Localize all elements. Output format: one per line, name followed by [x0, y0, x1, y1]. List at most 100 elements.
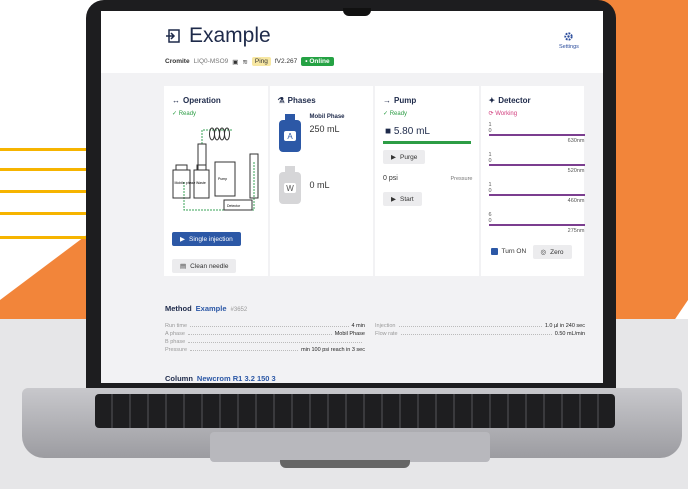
turn-on-label: Turn ON — [501, 248, 527, 255]
detector-channel: 1 0 460nm — [488, 182, 585, 204]
column-header: Column Newcrom R1 3.2 150 3 — [165, 374, 276, 383]
purge-label: Purge — [400, 153, 418, 161]
operation-title: Operation — [183, 96, 221, 105]
method-row: Flow rate 0.50 mL/min — [375, 331, 585, 337]
page-title: Example — [189, 24, 271, 47]
zero-label: Zero — [550, 248, 564, 256]
row-leader — [398, 323, 542, 327]
bottle-icon: W — [278, 166, 301, 204]
detector-status: ⟳ Working — [488, 111, 518, 117]
app-screen: Example Cromite LIQ0-MSO9 ▣ ≋ Ping fV2.2… — [101, 11, 603, 383]
operation-panel: ↔ Operation ✓ Ready Mobile phase Waste Pu… — [164, 86, 268, 276]
pressure-label: Pressure — [450, 176, 473, 182]
wifi-icon: ≋ — [242, 58, 248, 66]
pump-volume: ■ 5.80 mL — [385, 126, 430, 137]
single-injection-button[interactable]: ▶ Single injection — [172, 232, 241, 246]
play-icon: ▶ — [180, 236, 185, 243]
row-value: Mobil Phase — [334, 331, 365, 337]
pump-progress — [383, 141, 471, 144]
phase-a-label: Mobil Phase — [309, 114, 345, 120]
row-value: 0.50 mL/min — [554, 331, 585, 337]
clean-needle-label: Clean needle — [190, 262, 229, 270]
phases-title: Phases — [287, 96, 316, 105]
channel-wavelength: 275nm — [567, 227, 585, 234]
zero-button[interactable]: ◎ Zero — [532, 245, 572, 259]
channel-wavelength: 520nm — [567, 167, 585, 174]
play-icon: ▶ — [391, 154, 396, 161]
brand-label: Cromite — [165, 58, 190, 65]
login-icon — [166, 29, 180, 43]
settings-label: Settings — [559, 44, 579, 50]
phase-w-volume: 0 mL — [309, 180, 330, 190]
operation-status: ✓ Ready — [172, 111, 197, 117]
device-code: LIQ0-MSO9 — [193, 58, 229, 65]
ping-badge[interactable]: Ping — [251, 57, 271, 66]
row-value: 1.0 µl in 240 sec — [544, 323, 585, 329]
start-button[interactable]: ▶ Start — [383, 192, 422, 206]
turn-on-toggle[interactable]: Turn ON — [490, 248, 527, 255]
column-name-link[interactable]: Newcrom R1 3.2 150 3 — [197, 374, 276, 383]
pump-status: ✓ Ready — [383, 111, 408, 117]
row-label: B phase — [165, 339, 186, 345]
row-leader — [190, 347, 299, 351]
swap-icon: ↔ — [172, 96, 180, 105]
pump-title: Pump — [394, 96, 417, 105]
camera-notch — [343, 8, 371, 16]
stop-icon: ■ — [385, 126, 392, 137]
gear-icon — [564, 32, 574, 41]
target-icon: ◎ — [540, 249, 547, 256]
channel-min: 0 — [488, 157, 492, 164]
row-leader — [187, 331, 332, 335]
method-row: Run time 4 min — [165, 323, 365, 329]
channel-wavelength: 460nm — [567, 197, 585, 204]
row-label: Flow rate — [375, 331, 398, 337]
device-info: Cromite LIQ0-MSO9 ▣ ≋ Ping fV2.267 • Onl… — [165, 57, 334, 66]
method-section: Method Example #3652 — [165, 304, 585, 313]
phase-w-badge: W — [286, 184, 294, 193]
channel-min: 0 — [488, 127, 492, 134]
method-number: #3652 — [230, 307, 248, 313]
channel-min: 0 — [488, 187, 492, 194]
page-header: Example Cromite LIQ0-MSO9 ▣ ≋ Ping fV2.2… — [101, 11, 603, 73]
laptop-hinge — [280, 460, 410, 468]
clean-needle-button[interactable]: ▤ Clean needle — [172, 259, 237, 273]
version-label: fV2.267 — [274, 58, 298, 65]
settings-button[interactable]: Settings — [559, 31, 579, 50]
arrow-right-icon: → — [383, 96, 391, 105]
phase-a-badge: A — [287, 132, 293, 141]
schematic-label: Mobile phase — [175, 181, 196, 185]
method-header: Method Example #3652 — [165, 304, 585, 313]
purge-button[interactable]: ▶ Purge — [383, 150, 426, 164]
flask-icon: ⚗ — [277, 96, 285, 105]
schematic-label: Pump — [218, 177, 227, 181]
detector-channel: 1 0 630nm — [488, 122, 585, 144]
start-label: Start — [400, 195, 414, 203]
channel-wavelength: 630nm — [567, 137, 585, 144]
channel-trace — [488, 134, 585, 136]
instrument-panels: ↔ Operation ✓ Ready Mobile phase Waste Pu… — [164, 86, 585, 276]
row-label: Pressure — [165, 347, 188, 353]
schematic-label: Detector — [227, 204, 241, 208]
detector-title: Detector — [498, 96, 531, 105]
method-name-link[interactable]: Example — [196, 304, 227, 313]
needle-icon: ▤ — [180, 263, 187, 270]
pump-panel: → Pump ✓ Ready ■ 5.80 mL ▶ Purge 0 psi Pr… — [375, 86, 479, 276]
monitor-icon: ▣ — [232, 58, 239, 66]
column-label: Column — [165, 374, 193, 383]
play-icon: ▶ — [391, 196, 396, 203]
detector-icon: ✦ — [488, 96, 496, 105]
row-label: Run time — [165, 323, 188, 329]
method-row: A phase Mobil Phase — [165, 331, 365, 337]
method-row: Pressure min 100 psi reach in 3 sec — [165, 347, 365, 353]
row-leader — [188, 339, 362, 343]
method-label: Method — [165, 304, 192, 313]
keyboard — [95, 394, 615, 428]
status-badge: • Online — [301, 57, 334, 66]
checkbox-icon — [490, 248, 498, 255]
detector-channel: 1 0 520nm — [488, 152, 585, 174]
phases-panel: ⚗ Phases A Mobil Phase 250 mL W 0 mL — [269, 86, 373, 276]
method-row: B phase — [165, 339, 365, 345]
system-schematic: Mobile phase Waste Pump Detector — [172, 127, 259, 211]
detector-channel: 6 0 275nm — [488, 212, 585, 234]
pressure-value: 0 psi — [383, 175, 398, 182]
